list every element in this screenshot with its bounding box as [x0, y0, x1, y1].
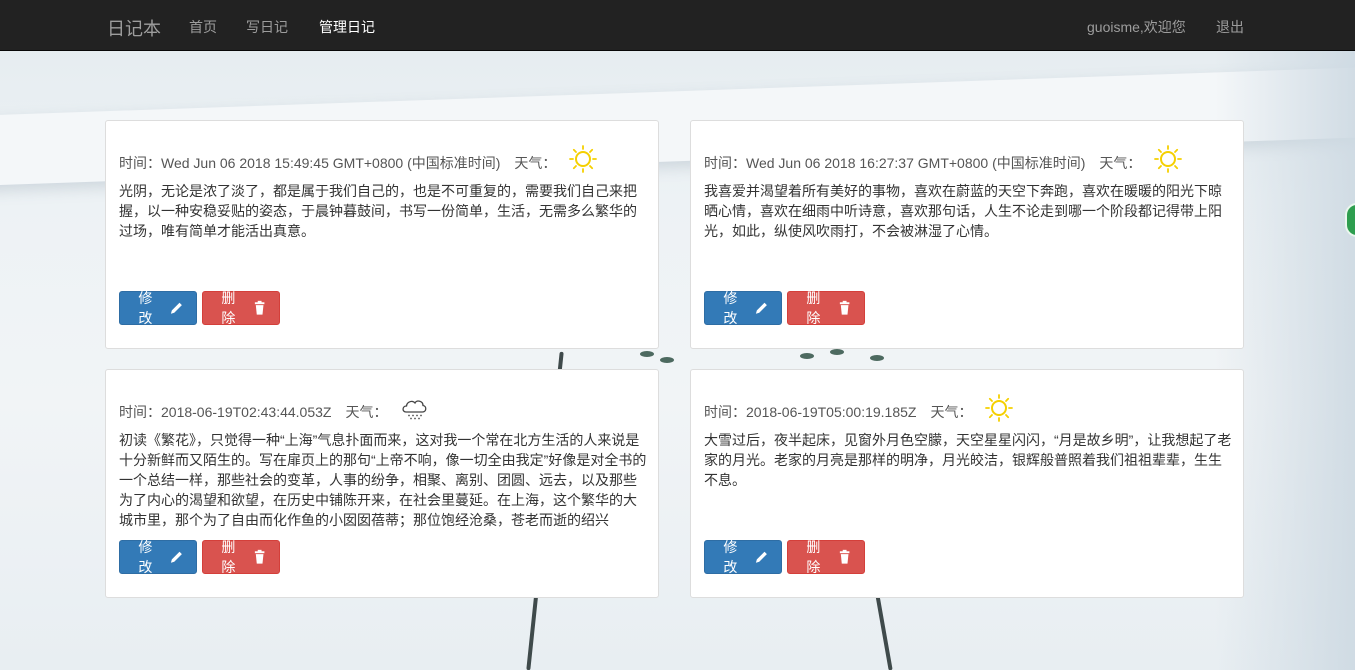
snow-cloud-icon	[402, 400, 427, 420]
nav-home[interactable]: 首页	[189, 17, 217, 37]
edit-label: 修改	[723, 290, 738, 326]
weather-label: 天气：	[1099, 155, 1142, 171]
diary-content: 大雪过后，夜半起床，见窗外月色空朦，天空星星闪闪，“月是故乡明”，让我想起了老家…	[704, 432, 1232, 488]
diary-time: Wed Jun 06 2018 16:27:37 GMT+0800 (中国标准时…	[746, 155, 1086, 171]
edit-label: 修改	[723, 539, 738, 575]
sun-icon	[1154, 145, 1183, 173]
time-label: 时间：	[704, 155, 746, 171]
delete-button[interactable]: 删除	[787, 539, 865, 575]
logout-link[interactable]: 退出	[1216, 17, 1244, 37]
diary-time: Wed Jun 06 2018 15:49:45 GMT+0800 (中国标准时…	[161, 155, 501, 171]
diary-time: 2018-06-19T05:00:19.185Z	[746, 404, 917, 420]
diary-content: 光阴，无论是浓了淡了，都是属于我们自己的，也是不可重复的，需要我们自己来把握，以…	[119, 183, 637, 239]
edit-button[interactable]: 修改	[119, 539, 197, 575]
pencil-icon	[170, 551, 182, 563]
nav-manage-diary[interactable]: 管理日记	[319, 17, 375, 37]
delete-label: 删除	[221, 290, 236, 326]
sun-icon	[569, 145, 598, 173]
trash-icon	[254, 300, 265, 315]
delete-button[interactable]: 删除	[202, 539, 280, 575]
edit-button[interactable]: 修改	[119, 290, 197, 326]
nav-write-diary[interactable]: 写日记	[246, 17, 288, 37]
trash-icon	[254, 549, 265, 564]
diary-time: 2018-06-19T02:43:44.053Z	[161, 404, 332, 420]
time-label: 时间：	[119, 155, 161, 171]
weather-label: 天气：	[345, 404, 388, 420]
diary-content: 初读《繁花》，只觉得一种“上海”气息扑面而来，这对我一个常在北方生活的人来说是十…	[119, 432, 647, 528]
diary-content: 我喜爱并渴望着所有美好的事物，喜欢在蔚蓝的天空下奔跑，喜欢在暖暖的阳光下晾晒心情…	[704, 183, 1222, 239]
diary-card: 时间： Wed Jun 06 2018 15:49:45 GMT+0800 (中…	[105, 120, 659, 349]
diary-card: 时间： 2018-06-19T02:43:44.053Z 天气： 初读《繁花》，…	[105, 369, 659, 598]
trash-icon	[839, 549, 850, 564]
brand-logo[interactable]: 日记本	[107, 15, 161, 41]
diary-meta: 时间： Wed Jun 06 2018 15:49:45 GMT+0800 (中…	[119, 145, 598, 173]
diary-meta: 时间： Wed Jun 06 2018 16:27:37 GMT+0800 (中…	[704, 145, 1183, 173]
sun-icon	[985, 394, 1014, 422]
delete-label: 删除	[806, 539, 821, 575]
diary-card: 时间： Wed Jun 06 2018 16:27:37 GMT+0800 (中…	[690, 120, 1244, 349]
weather-label: 天气：	[514, 155, 557, 171]
pencil-icon	[170, 302, 182, 314]
diary-card: 时间： 2018-06-19T05:00:19.185Z 天气： 大雪过后，夜半…	[690, 369, 1244, 598]
time-label: 时间：	[704, 404, 746, 420]
edit-label: 修改	[138, 539, 153, 575]
delete-button[interactable]: 删除	[202, 290, 280, 326]
user-greeting[interactable]: guoisme,欢迎您	[1087, 17, 1186, 37]
delete-label: 删除	[221, 539, 236, 575]
edit-label: 修改	[138, 290, 153, 326]
edit-button[interactable]: 修改	[704, 539, 782, 575]
pencil-icon	[755, 302, 767, 314]
diary-meta: 时间： 2018-06-19T05:00:19.185Z 天气：	[704, 394, 1014, 422]
delete-button[interactable]: 删除	[787, 290, 865, 326]
delete-label: 删除	[806, 290, 821, 326]
time-label: 时间：	[119, 404, 161, 420]
pencil-icon	[755, 551, 767, 563]
weather-label: 天气：	[930, 404, 973, 420]
navbar: 日记本 首页 写日记 管理日记 guoisme,欢迎您 退出	[0, 0, 1355, 51]
trash-icon	[839, 300, 850, 315]
edit-button[interactable]: 修改	[704, 290, 782, 326]
diary-meta: 时间： 2018-06-19T02:43:44.053Z 天气：	[119, 400, 429, 422]
